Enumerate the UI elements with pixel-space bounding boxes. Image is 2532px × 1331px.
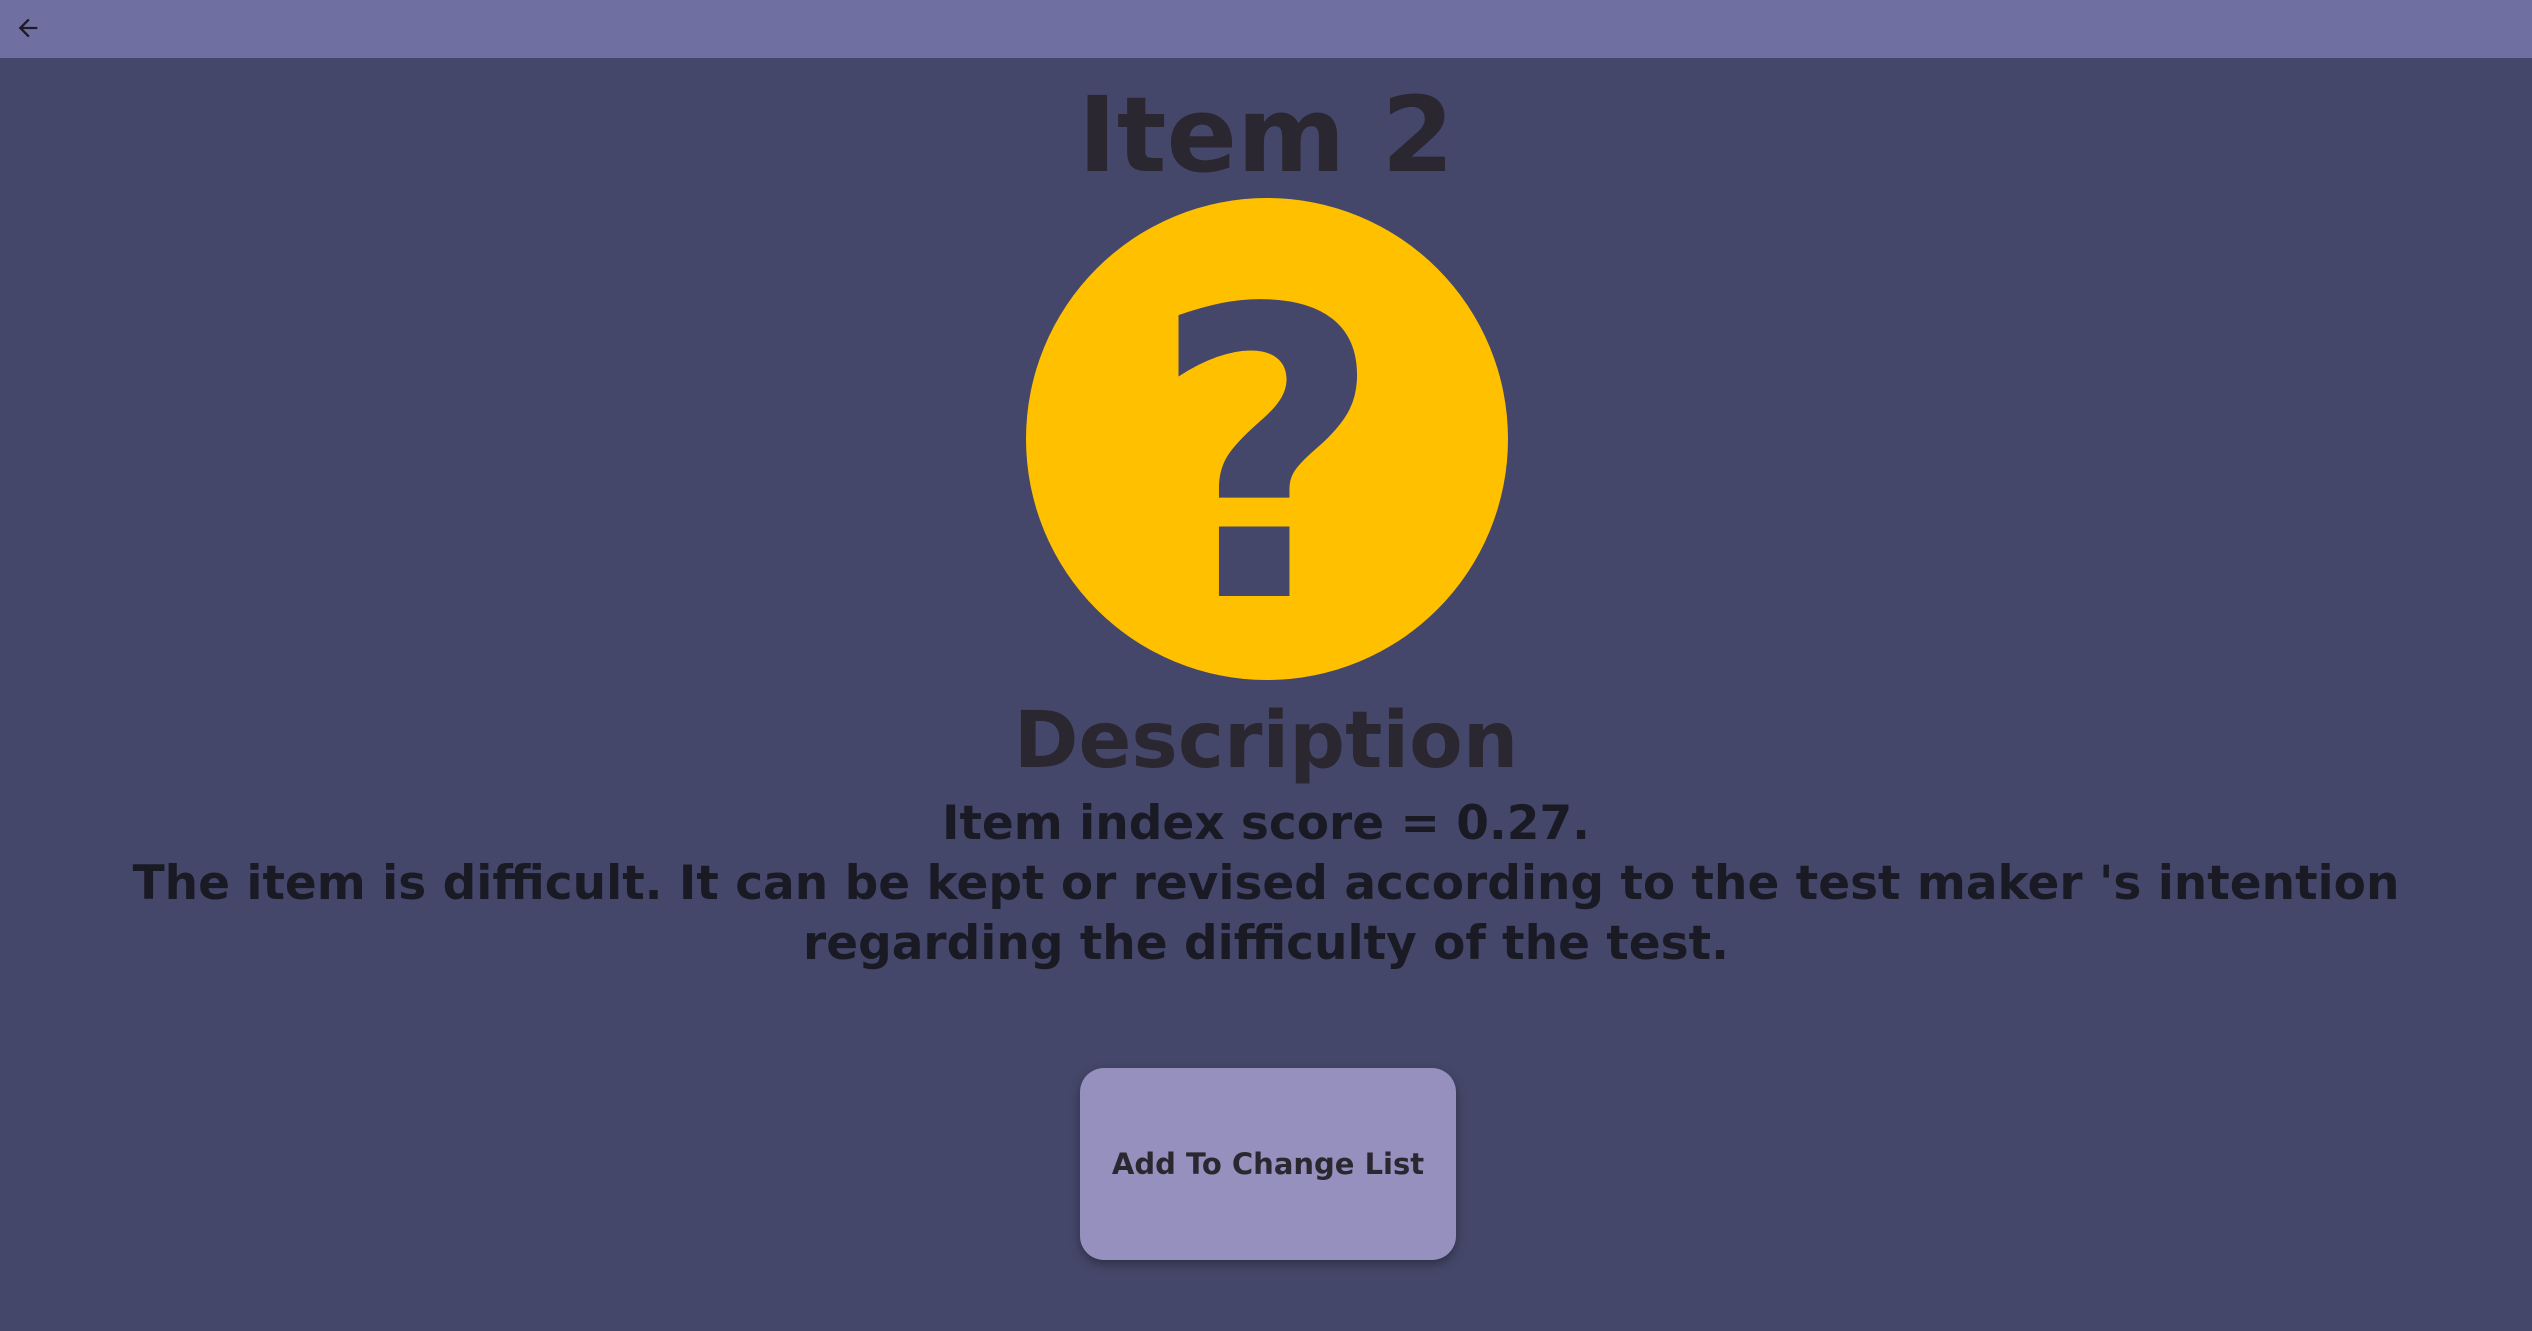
arrow-left-icon [18, 18, 38, 38]
score-text: Item index score = 0.27. [941, 796, 1591, 851]
question-mark-icon: ? [1026, 198, 1508, 680]
description-body: Item index score = 0.27. The item is dif… [20, 794, 2512, 974]
add-to-change-list-button[interactable]: Add To Change List [1080, 1068, 1456, 1260]
back-button[interactable] [8, 8, 48, 48]
question-glyph: ? [1151, 226, 1383, 680]
page-title: Item 2 [1078, 74, 1454, 196]
verdict-text: The item is difficult. It can be kept or… [132, 856, 2400, 971]
description-heading: Description [1013, 696, 1519, 786]
app-bar [0, 0, 2532, 58]
